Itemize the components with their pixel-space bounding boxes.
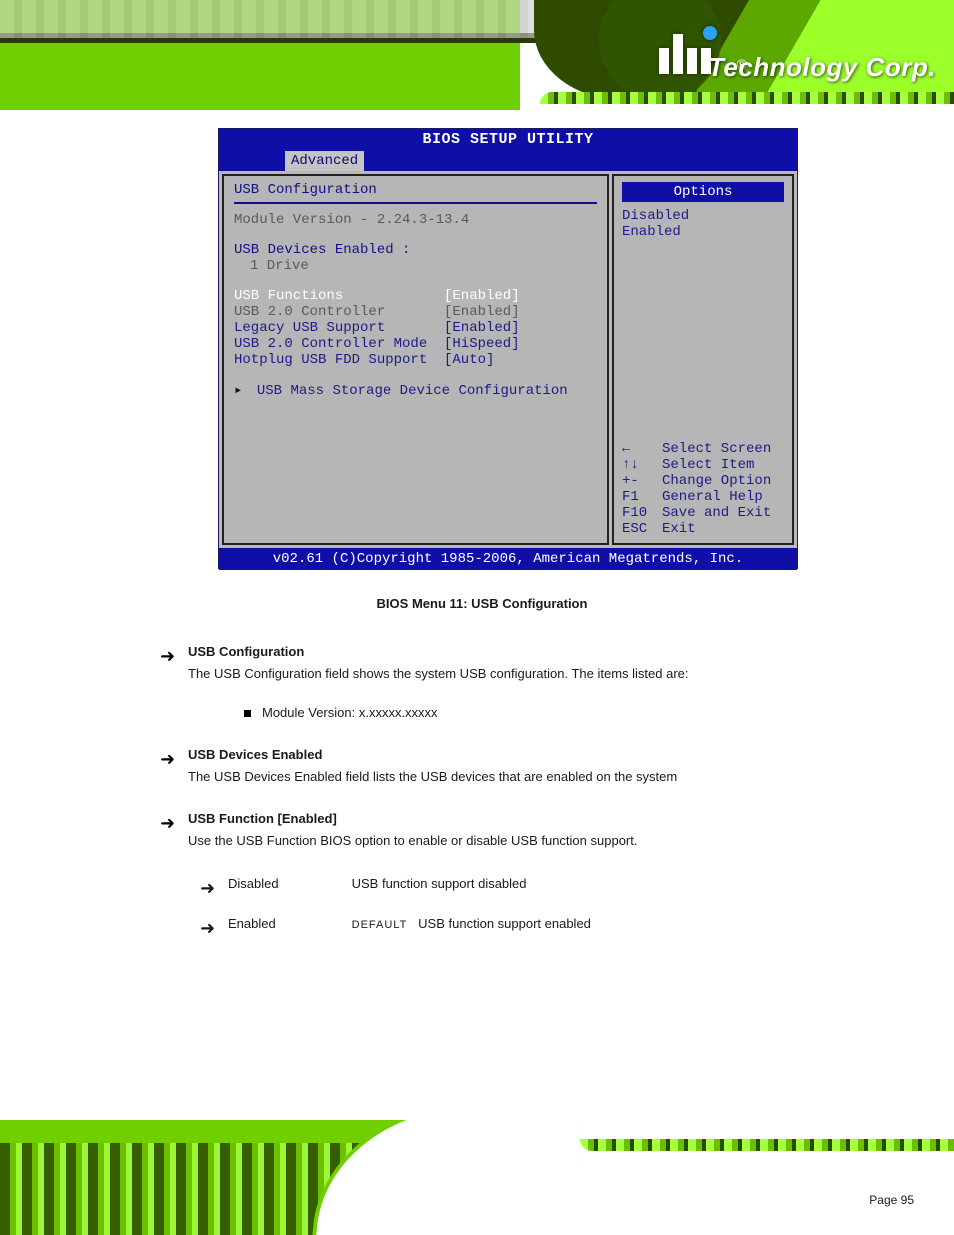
bullet-head: USB Function [Enabled] [188,811,337,826]
hint-label: Select Screen [662,441,771,457]
page-footer-band: Page 95 [0,1120,954,1235]
footer-accent [580,1139,954,1151]
doc-bullet: USB Function [Enabled] Use the USB Funct… [132,808,832,852]
bullet-body: The USB Configuration field shows the sy… [188,666,689,681]
doc-sub-bullet: Module Version: x.xxxxx.xxxxx [132,705,832,720]
bios-section-title: USB Configuration [234,182,597,198]
bios-item[interactable]: USB 2.0 Controller [Enabled] [234,304,597,320]
bios-item-value: [Auto] [444,352,494,368]
bios-item[interactable]: USB Functions [Enabled] [234,288,597,304]
doc-option-row: Disabled USB function support disabled [132,873,832,895]
bios-tab-bar: Advanced [219,151,797,171]
option-desc: USB function support enabled [418,916,591,931]
document-body: BIOS Menu 11: USB Configuration USB Conf… [132,590,832,953]
hint-key: ← [622,441,662,457]
bios-options-title: Options [622,182,784,202]
hint-key: +- [622,473,662,489]
bios-title-bar: BIOS SETUP UTILITY [219,129,797,151]
bios-item-label: USB Functions [234,288,444,304]
bios-item[interactable]: USB 2.0 Controller Mode [HiSpeed] [234,336,597,352]
hint-key: ESC [622,521,662,537]
bios-item-value: [Enabled] [444,304,520,320]
header-accent [540,92,954,104]
doc-bullet: USB Configuration The USB Configuration … [132,641,832,685]
bios-item[interactable]: Legacy USB Support [Enabled] [234,320,597,336]
bios-usb-devices-value: 1 Drive [234,258,597,274]
hint-label: Exit [662,521,696,537]
bios-submenu-label: USB Mass Storage Device Configuration [257,383,568,399]
page-number: Page 95 [869,1193,914,1207]
bios-submenu[interactable]: USB Mass Storage Device Configuration [234,382,597,399]
bios-item-value: [Enabled] [444,288,520,304]
bullet-body: Use the USB Function BIOS option to enab… [188,833,637,848]
bios-item-value: [HiSpeed] [444,336,520,352]
bios-item-label: Hotplug USB FDD Support [234,352,444,368]
option-default: DEFAULT [352,919,408,931]
bios-item-value: [Enabled] [444,320,520,336]
bios-item-label: USB 2.0 Controller Mode [234,336,444,352]
hint-label: Select Item [662,457,754,473]
bios-left-pane: USB Configuration Module Version - 2.24.… [222,174,609,545]
bios-option[interactable]: Enabled [622,224,784,240]
header-right-panel [534,0,954,100]
bullet-head: USB Configuration [188,644,304,659]
hint-label: General Help [662,489,763,505]
brand-text: Technology Corp. [708,52,936,83]
hint-key: ↑↓ [622,457,662,473]
bios-item-label: Legacy USB Support [234,320,444,336]
page-header-band: ® Technology Corp. [0,0,954,110]
bios-option[interactable]: Disabled [622,208,784,224]
hint-label: Change Option [662,473,771,489]
doc-option-row: Enabled DEFAULT USB function support ena… [132,913,832,935]
footer-curve [310,1120,586,1235]
doc-bullet: USB Devices Enabled The USB Devices Enab… [132,744,832,788]
hint-label: Save and Exit [662,505,771,521]
bios-footer: v02.61 (C)Copyright 1985-2006, American … [219,548,797,570]
figure-caption: BIOS Menu 11: USB Configuration [132,596,832,611]
bios-window: BIOS SETUP UTILITY Advanced USB Configur… [218,128,798,569]
option-desc: USB function support disabled [352,876,527,891]
option-key: Disabled [228,873,348,895]
bios-module-version: Module Version - 2.24.3-13.4 [234,212,597,228]
bios-usb-devices-heading: USB Devices Enabled : [234,242,597,258]
hint-key: F1 [622,489,662,505]
bios-divider [234,202,597,204]
bios-right-pane: Options Disabled Enabled ←Select Screen … [612,174,794,545]
bullet-head: USB Devices Enabled [188,747,322,762]
bios-item-label: USB 2.0 Controller [234,304,444,320]
bios-key-hints: ←Select Screen ↑↓Select Item +-Change Op… [622,441,784,537]
bullet-body: The USB Devices Enabled field lists the … [188,769,677,784]
hint-key: F10 [622,505,662,521]
bios-tab-advanced[interactable]: Advanced [285,151,364,171]
bios-item[interactable]: Hotplug USB FDD Support [Auto] [234,352,597,368]
option-key: Enabled [228,913,348,935]
